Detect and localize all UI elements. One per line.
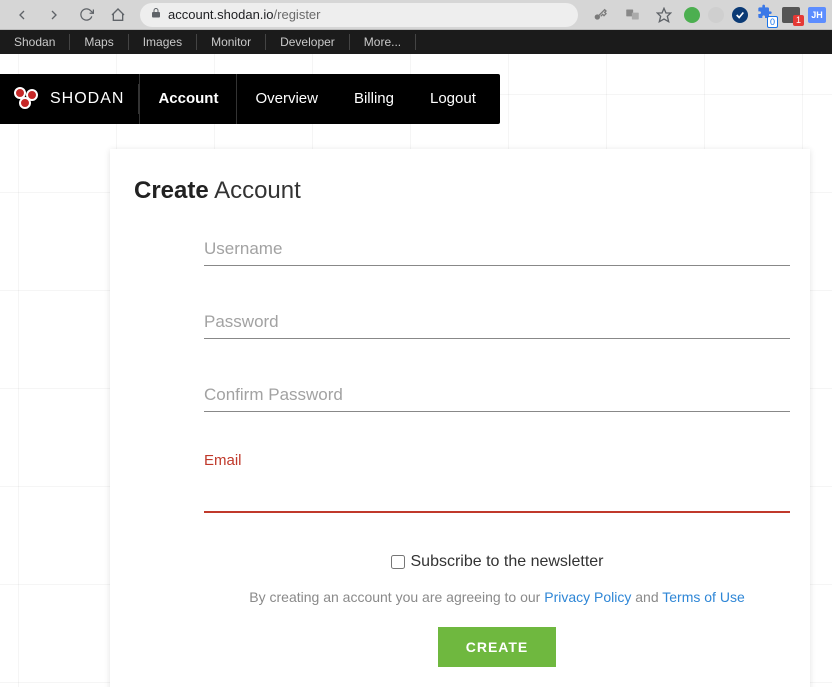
network-nav-more[interactable]: More... [350,30,415,54]
confirm-password-input[interactable] [204,379,790,412]
lock-icon [150,7,162,22]
back-icon[interactable] [12,5,32,25]
password-input[interactable] [204,306,790,339]
subscribe-checkbox[interactable] [391,555,405,569]
nav-billing[interactable]: Billing [336,74,412,124]
username-input[interactable] [204,233,790,266]
extension-green-icon[interactable] [684,7,700,23]
privacy-policy-link[interactable]: Privacy Policy [544,589,631,605]
url-path: /register [274,7,321,22]
confirm-password-field-wrap [204,379,790,412]
url-host: account.shodan.io [168,7,274,22]
network-nav-monitor[interactable]: Monitor [197,30,265,54]
star-icon[interactable] [654,5,674,25]
key-icon[interactable] [590,5,610,25]
register-card: Create Account Email Subscribe to the ne… [110,149,810,687]
reload-icon[interactable] [76,5,96,25]
network-nav-maps[interactable]: Maps [70,30,127,54]
main-nav: SHODAN Account Overview Billing Logout [0,74,500,124]
browser-toolbar: account.shodan.io/register 0 1 JH [0,0,832,30]
logo-text: SHODAN [50,90,124,108]
logo-icon [14,87,42,111]
browser-right-icons: 0 1 JH [584,4,826,25]
address-bar[interactable]: account.shodan.io/register [140,3,578,27]
home-icon[interactable] [108,5,128,25]
logo[interactable]: SHODAN [0,74,138,124]
register-form: Email Subscribe to the newsletter By cre… [204,233,790,667]
nav-logout[interactable]: Logout [412,74,494,124]
extension-check-icon[interactable] [732,7,748,23]
extension-count-badge: 0 [767,16,778,28]
page-body: SHODAN Account Overview Billing Logout C… [0,54,832,687]
agree-text: By creating an account you are agreeing … [204,589,790,605]
subscribe-label: Subscribe to the newsletter [411,553,604,571]
extension-grey-icon[interactable] [708,7,724,23]
terms-of-use-link[interactable]: Terms of Use [662,589,744,605]
extension-notification-badge: 1 [793,15,804,26]
nav-overview[interactable]: Overview [237,74,336,124]
translate-icon[interactable] [622,5,642,25]
username-field-wrap [204,233,790,266]
network-nav-shodan[interactable]: Shodan [0,30,69,54]
create-button[interactable]: CREATE [438,627,557,667]
network-nav-developer[interactable]: Developer [266,30,349,54]
extension-dark-icon[interactable]: 1 [782,7,800,23]
network-nav-images[interactable]: Images [129,30,196,54]
extension-puzzle-icon[interactable]: 0 [756,4,774,25]
email-field-wrap: Email [204,452,790,513]
nav-account[interactable]: Account [139,74,237,124]
email-label: Email [204,452,790,469]
profile-badge[interactable]: JH [808,7,826,23]
card-title: Create Account [134,177,786,205]
email-input-line[interactable] [204,473,790,513]
network-nav: Shodan Maps Images Monitor Developer Mor… [0,30,832,54]
subscribe-row: Subscribe to the newsletter [204,553,790,571]
password-field-wrap [204,306,790,339]
forward-icon[interactable] [44,5,64,25]
